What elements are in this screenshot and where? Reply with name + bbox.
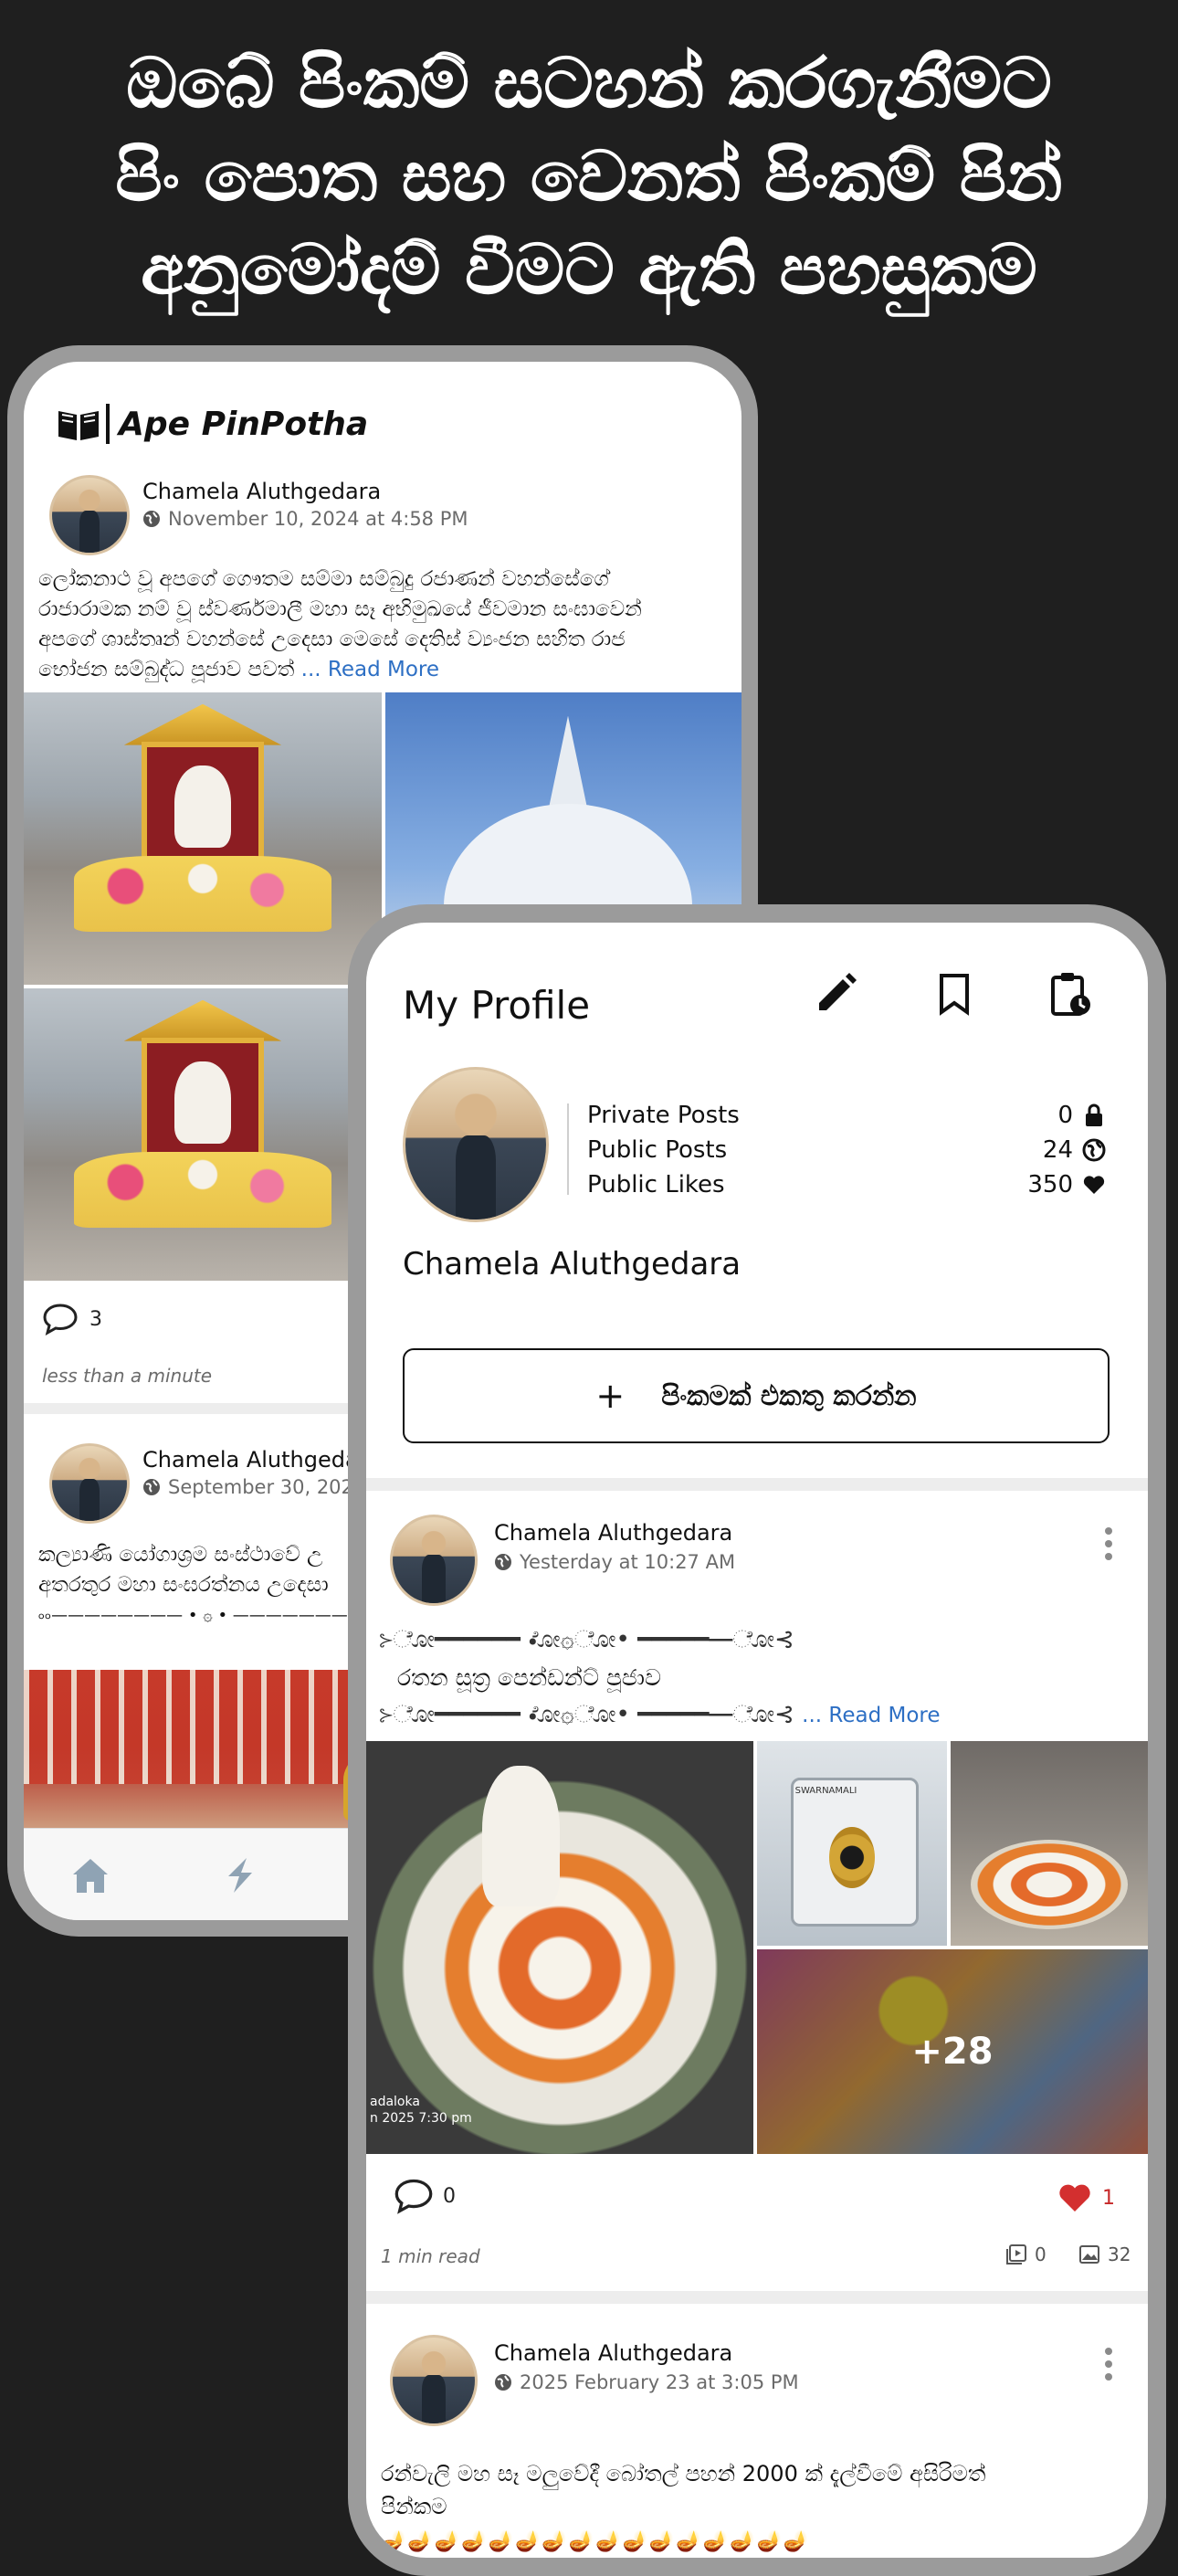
profile-name: Chamela Aluthgedara xyxy=(403,1246,742,1283)
post-date: 2025 February 23 at 3:05 PM xyxy=(494,2371,799,2393)
pendant-box-label: SWARNAMALI xyxy=(794,1786,857,1797)
comment-button[interactable]: 3 xyxy=(42,1303,102,1336)
clipboard-clock-icon[interactable] xyxy=(1046,970,1093,1018)
stat-public-likes: Public Likes 350 xyxy=(587,1167,1106,1202)
video-icon xyxy=(1006,2244,1026,2265)
stats-separator xyxy=(567,1103,569,1195)
post-image[interactable] xyxy=(951,1741,1148,1946)
app-name: Ape PinPotha xyxy=(119,405,369,443)
post-divider xyxy=(366,2291,1148,2304)
stat-label: Public Posts xyxy=(587,1136,728,1164)
stat-public-posts: Public Posts 24 xyxy=(587,1133,1106,1167)
app-header: Ape PinPotha xyxy=(57,396,368,451)
post-text: ලෝකනාථ වූ අපගේ ගෞතම සම්මා සම්බුදු රජාණන්… xyxy=(38,565,742,685)
feed-icon[interactable] xyxy=(219,1854,261,1896)
home-icon[interactable] xyxy=(69,1854,111,1896)
headline-line-1: ඔබේ පිංකම් සටහන් කරගැනීමට xyxy=(126,42,1052,123)
post-title: රතන සූත්‍ර පෙන්ඩන්ට් පූජාව xyxy=(397,1664,661,1691)
comment-icon xyxy=(43,1304,78,1336)
post-image[interactable]: adaloka n 2025 7:30 pm xyxy=(366,1741,753,2154)
post-author[interactable]: Chamela Aluthgedara xyxy=(494,1520,732,1546)
author-avatar[interactable] xyxy=(390,2335,478,2426)
like-button[interactable]: 1 xyxy=(1057,2181,1115,2214)
image-caption: adaloka n 2025 7:30 pm xyxy=(370,2095,472,2126)
more-options-icon[interactable] xyxy=(1104,2348,1113,2384)
post-text-line: භෝජන සම්බුද්ධ පූජාව පවත් ... Read More xyxy=(38,658,440,681)
read-time: less than a minute xyxy=(42,1365,213,1387)
decorative-divider: ⊱ೋ━━━━━━ •ೋ۞ೋ• ━━━━━━ೋ⊰ xyxy=(379,1626,794,1653)
comment-button[interactable]: 0 xyxy=(394,2178,456,2214)
comment-count: 0 xyxy=(443,2184,456,2208)
edit-icon[interactable] xyxy=(812,970,859,1018)
profile-avatar[interactable] xyxy=(403,1067,549,1222)
post-date-text: September 30, 2024 xyxy=(168,1476,366,1498)
plus-icon: + xyxy=(595,1376,626,1416)
globe-icon xyxy=(495,1554,511,1570)
post-date: September 30, 2024 xyxy=(142,1476,365,1498)
post-date-text: 2025 February 23 at 3:05 PM xyxy=(520,2371,799,2393)
author-avatar[interactable] xyxy=(390,1515,478,1606)
author-avatar[interactable] xyxy=(49,1443,130,1524)
stat-value: 24 xyxy=(1042,1136,1073,1164)
oil-lamp-row: 🪔🪔🪔🪔🪔🪔🪔🪔🪔🪔🪔🪔🪔🪔🪔🪔 xyxy=(381,2530,811,2553)
post-image[interactable] xyxy=(24,988,382,1281)
heart-icon xyxy=(1083,1176,1105,1194)
more-images-count: +28 xyxy=(911,2031,994,2073)
post-image[interactable]: SWARNAMALI xyxy=(757,1741,947,1946)
more-images-tile[interactable]: +28 xyxy=(757,1949,1148,2154)
post-text: රන්වැලි මහ සෑ මලුවේදී බෝතල් පහන් 2000 ක්… xyxy=(381,2457,1130,2523)
post-text-line: අපගේ ශාස්තෘන් වහන්සේ උදෙසා මෙසේ දෙතිස් ව… xyxy=(38,628,626,651)
stat-value: 350 xyxy=(1027,1171,1073,1198)
post-text-line: පින්කම xyxy=(381,2494,447,2519)
globe-icon xyxy=(143,1479,160,1495)
stat-label: Public Likes xyxy=(587,1171,725,1198)
globe-icon xyxy=(143,511,160,527)
add-pinkama-button[interactable]: + පිංකමක් එකතු කරන්න xyxy=(403,1348,1110,1443)
post-date: Yesterday at 10:27 AM xyxy=(494,1551,735,1573)
post-image[interactable] xyxy=(24,692,382,985)
read-more-link[interactable]: ... Read More xyxy=(301,658,439,681)
section-divider xyxy=(366,1478,1148,1491)
headline-line-3: අනුමෝදම් වීමට ඇති පහසුකම xyxy=(141,228,1037,310)
decorative-divider: ⊱ೋ━━━━━━ •ೋ۞ೋ• ━━━━━━ೋ⊰ ... Read More xyxy=(379,1701,941,1728)
book-icon xyxy=(58,411,99,440)
read-more-link[interactable]: ... Read More xyxy=(802,1704,940,1727)
post-author[interactable]: Chamela Aluthgedara xyxy=(142,479,381,504)
post-author[interactable]: Chamela Aluthgedara xyxy=(142,1447,381,1473)
image-icon xyxy=(1079,2245,1099,2264)
front-phone-screen: My Profile Private Posts 0 Public Posts … xyxy=(348,904,1166,2576)
globe-icon xyxy=(495,2374,511,2391)
globe-icon xyxy=(1082,1138,1106,1162)
post-text-line: රාජාරාමක නම් වූ ස්වර්ණමාලී මහා සෑ අභිමුඛ… xyxy=(38,597,642,621)
post-text-line: ලෝකනාථ වූ අපගේ ගෞතම සම්මා සම්බුදු රජාණන්… xyxy=(38,567,609,591)
author-avatar[interactable] xyxy=(49,475,130,555)
video-count: 0 xyxy=(1005,2243,1047,2265)
more-options-icon[interactable] xyxy=(1104,1527,1113,1564)
bookmark-icon[interactable] xyxy=(931,970,978,1018)
heart-icon xyxy=(1059,2184,1090,2212)
post-author[interactable]: Chamela Aluthgedara xyxy=(494,2340,732,2366)
post-text-line: රන්වැලි මහ සෑ මලුවේදී බෝතල් පහන් 2000 ක්… xyxy=(381,2461,986,2486)
image-count: 32 xyxy=(1078,2243,1131,2265)
post-date: November 10, 2024 at 4:58 PM xyxy=(142,508,468,530)
stat-label: Private Posts xyxy=(587,1102,740,1129)
like-count: 1 xyxy=(1102,2186,1115,2210)
page-title: My Profile xyxy=(403,983,591,1028)
read-time: 1 min read xyxy=(381,2245,480,2267)
add-pinkama-label: පිංකමක් එකතු කරන්න xyxy=(661,1379,917,1412)
headline-line-2: පිං පොත සහ වෙනත් පිංකම් පින් xyxy=(115,135,1063,216)
logo-separator xyxy=(106,404,110,444)
comment-icon xyxy=(394,2179,433,2214)
lock-icon xyxy=(1086,1103,1102,1126)
post-date-text: Yesterday at 10:27 AM xyxy=(520,1551,736,1573)
stat-value: 0 xyxy=(1057,1102,1073,1129)
stat-private-posts: Private Posts 0 xyxy=(587,1098,1106,1133)
post-date-text: November 10, 2024 at 4:58 PM xyxy=(168,508,468,530)
comment-count: 3 xyxy=(89,1307,102,1331)
headline: ඔබේ පිංකම් සටහන් කරගැනීමට පිං පොත සහ වෙන… xyxy=(37,37,1141,316)
